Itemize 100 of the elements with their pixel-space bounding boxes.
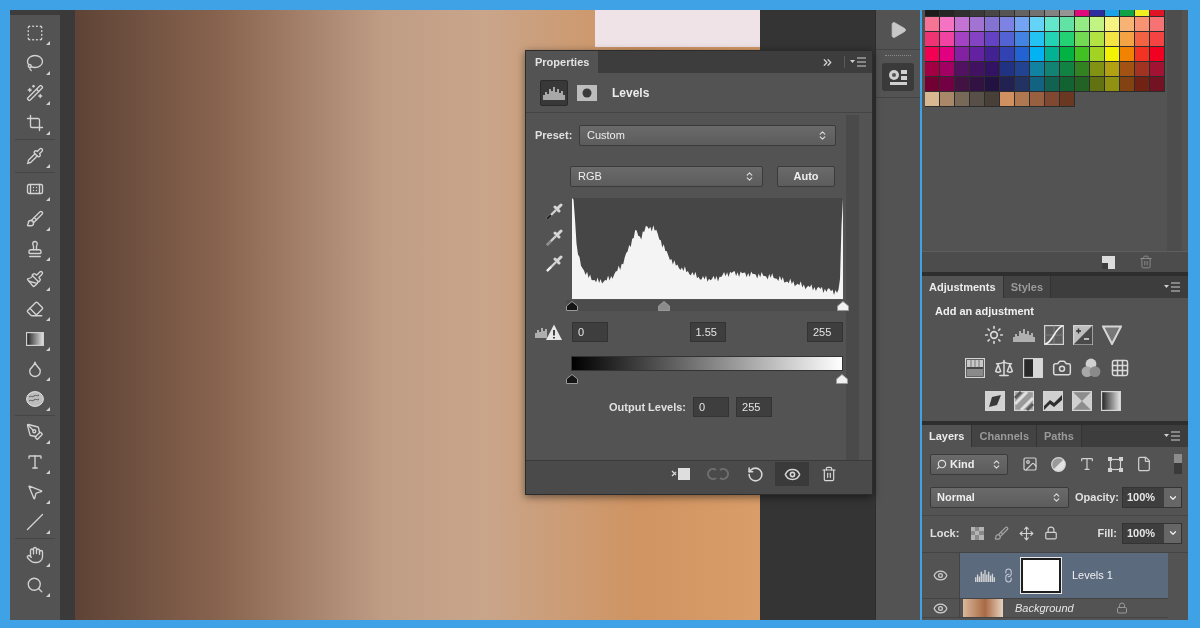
color-swatch[interactable] bbox=[1045, 17, 1060, 32]
color-swatch[interactable] bbox=[1000, 32, 1015, 47]
color-swatch[interactable] bbox=[1090, 10, 1105, 17]
slider-handle[interactable] bbox=[837, 301, 849, 311]
color-swatch[interactable] bbox=[1060, 17, 1075, 32]
color-swatch[interactable] bbox=[955, 10, 970, 17]
color-swatch[interactable] bbox=[1000, 62, 1015, 77]
color-swatch[interactable] bbox=[940, 17, 955, 32]
type-icon[interactable] bbox=[1079, 456, 1095, 472]
color-swatch[interactable] bbox=[925, 62, 940, 77]
color-swatch[interactable] bbox=[985, 92, 1000, 107]
grid-icon[interactable] bbox=[1109, 358, 1130, 378]
color-swatch[interactable] bbox=[1135, 17, 1150, 32]
preset-dropdown[interactable]: Custom bbox=[579, 125, 836, 146]
eye-icon[interactable] bbox=[933, 600, 948, 616]
lock-icon[interactable] bbox=[1044, 526, 1059, 540]
color-swatch[interactable] bbox=[955, 17, 970, 32]
color-swatch[interactable] bbox=[1105, 17, 1120, 32]
color-swatch[interactable] bbox=[1135, 10, 1150, 17]
color-swatch[interactable] bbox=[985, 32, 1000, 47]
output-level-field[interactable]: 0 bbox=[693, 397, 729, 417]
input-level-field[interactable]: 1.55 bbox=[689, 322, 726, 342]
color-swatch[interactable] bbox=[1090, 62, 1105, 77]
color-swatch[interactable] bbox=[1075, 77, 1090, 92]
color-swatch[interactable] bbox=[1150, 10, 1165, 17]
color-swatch[interactable] bbox=[940, 92, 955, 107]
color-swatch[interactable] bbox=[1075, 17, 1090, 32]
eyedropper-icon[interactable] bbox=[544, 203, 563, 221]
color-swatch[interactable] bbox=[1060, 10, 1075, 17]
down-triangle-icon[interactable] bbox=[1102, 325, 1122, 345]
panel-tab[interactable]: Styles bbox=[1003, 276, 1052, 298]
color-swatch[interactable] bbox=[925, 10, 940, 17]
half-circle-icon[interactable] bbox=[1051, 456, 1066, 472]
color-swatch[interactable] bbox=[985, 10, 1000, 17]
color-swatch[interactable] bbox=[1030, 77, 1045, 92]
move-icon[interactable] bbox=[1019, 525, 1035, 541]
output-level-field[interactable]: 255 bbox=[736, 397, 772, 417]
color-swatch[interactable] bbox=[1060, 32, 1075, 47]
color-swatch[interactable] bbox=[1120, 47, 1135, 62]
color-swatch[interactable] bbox=[1000, 17, 1015, 32]
color-swatch[interactable] bbox=[1105, 77, 1120, 92]
eye-icon[interactable] bbox=[933, 568, 948, 583]
color-swatch[interactable] bbox=[1150, 62, 1165, 77]
color-swatch[interactable] bbox=[1045, 77, 1060, 92]
fill-field[interactable]: 100% bbox=[1122, 522, 1182, 544]
color-swatch[interactable] bbox=[1120, 62, 1135, 77]
color-swatch[interactable] bbox=[925, 92, 940, 107]
document-icon[interactable] bbox=[1136, 456, 1152, 472]
color-swatch[interactable] bbox=[1105, 32, 1120, 47]
panel-tab[interactable]: Channels bbox=[972, 425, 1037, 447]
eyedropper-icon[interactable] bbox=[544, 229, 563, 247]
scrollbar-track[interactable] bbox=[846, 115, 859, 460]
color-swatch[interactable] bbox=[1015, 47, 1030, 62]
filter-toggle-icon[interactable] bbox=[1174, 454, 1182, 474]
panel-menu-icon[interactable] bbox=[1164, 282, 1180, 292]
color-swatch[interactable] bbox=[970, 17, 985, 32]
color-swatch[interactable] bbox=[970, 92, 985, 107]
camera-icon[interactable] bbox=[1051, 358, 1072, 378]
color-swatch[interactable] bbox=[970, 62, 985, 77]
filter-dropdown[interactable]: Kind bbox=[930, 453, 1008, 475]
slider-handle[interactable] bbox=[658, 301, 671, 311]
eyedropper-icon[interactable] bbox=[544, 255, 563, 273]
color-swatch[interactable] bbox=[1120, 10, 1135, 17]
color-swatch[interactable] bbox=[940, 10, 955, 17]
color-swatch[interactable] bbox=[1000, 77, 1015, 92]
color-swatch[interactable] bbox=[1000, 92, 1015, 107]
color-swatch[interactable] bbox=[955, 92, 970, 107]
color-swatch[interactable] bbox=[1030, 10, 1045, 17]
image-icon[interactable] bbox=[1022, 456, 1038, 472]
color-swatch[interactable] bbox=[955, 32, 970, 47]
balance-scale-icon[interactable] bbox=[993, 358, 1014, 378]
color-swatch[interactable] bbox=[1135, 62, 1150, 77]
color-swatch[interactable] bbox=[1105, 10, 1120, 17]
color-swatch[interactable] bbox=[1075, 47, 1090, 62]
panel-menu-icon[interactable] bbox=[1164, 431, 1180, 441]
color-swatch[interactable] bbox=[1105, 62, 1120, 77]
histogram-icon[interactable] bbox=[1013, 327, 1035, 343]
parallelogram-square-icon[interactable] bbox=[985, 391, 1005, 411]
color-swatch[interactable] bbox=[1000, 47, 1015, 62]
color-swatch[interactable] bbox=[1090, 47, 1105, 62]
panel-tab[interactable]: Paths bbox=[1037, 425, 1082, 447]
channel-dropdown[interactable]: RGB bbox=[570, 166, 763, 187]
blend-mode-dropdown[interactable]: Normal bbox=[930, 487, 1069, 508]
color-swatch[interactable] bbox=[925, 47, 940, 62]
adjustment-type-button[interactable] bbox=[540, 79, 568, 106]
color-swatch[interactable] bbox=[1060, 92, 1075, 107]
color-swatch[interactable] bbox=[985, 62, 1000, 77]
panel-menu-icon[interactable] bbox=[850, 57, 866, 67]
color-swatch[interactable] bbox=[1075, 62, 1090, 77]
color-swatch[interactable] bbox=[940, 77, 955, 92]
color-swatch[interactable] bbox=[1150, 17, 1165, 32]
color-swatch[interactable] bbox=[940, 47, 955, 62]
clipping-warning-icon[interactable] bbox=[535, 323, 563, 341]
curve-graph-icon[interactable] bbox=[1044, 325, 1064, 345]
bars-square-icon[interactable] bbox=[964, 358, 985, 378]
color-swatch[interactable] bbox=[1135, 32, 1150, 47]
color-swatch[interactable] bbox=[985, 77, 1000, 92]
color-swatch[interactable] bbox=[970, 77, 985, 92]
color-swatch[interactable] bbox=[1030, 32, 1045, 47]
slider-handle[interactable] bbox=[566, 301, 578, 311]
